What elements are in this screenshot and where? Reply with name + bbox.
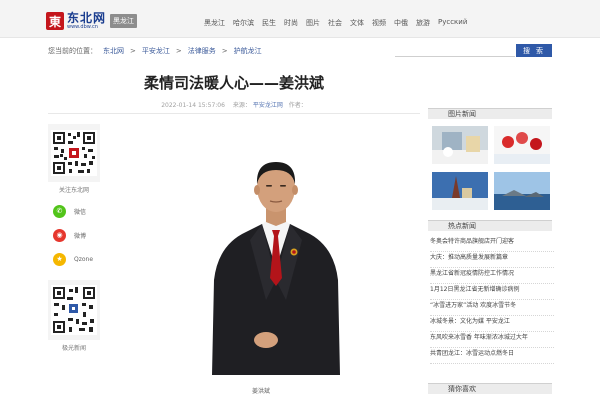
sidebar-heading-pictures: 图片新闻 xyxy=(428,108,552,119)
picture-news-grid xyxy=(432,126,552,210)
nav-item[interactable]: 旅游 xyxy=(416,18,430,28)
share-weibo[interactable]: ◉ 微博 xyxy=(48,228,100,242)
qr-code-icon xyxy=(51,130,97,176)
hot-news-item[interactable]: 1月12日黑龙江省无新增确诊病例 xyxy=(430,284,554,300)
hot-news-item[interactable]: 冬奥会特许商品旗舰店开门迎客 xyxy=(430,236,554,252)
thumb-image xyxy=(494,172,550,210)
nav-item[interactable]: 哈尔滨 xyxy=(233,18,254,28)
logo-url: www.dbw.cn xyxy=(67,24,98,30)
article-photo xyxy=(206,150,346,375)
article-meta: 2022-01-14 15:57:06 来源： 平安龙江网 作者： xyxy=(48,100,420,109)
hot-news-item[interactable]: 大庆：推动高质量发展新篇章 xyxy=(430,252,554,268)
site-logo[interactable]: 東 东北网 www.dbw.cn 黑龙江 xyxy=(46,11,138,31)
thumb-image xyxy=(432,126,488,164)
author-label: 作者： xyxy=(288,102,307,109)
follow-qr-box xyxy=(48,124,100,182)
share-column: 关注东北网 ✆ 微信 ◉ 微博 ★ Qzone 极光新闻 xyxy=(48,124,100,352)
app-label: 极光新闻 xyxy=(61,345,86,352)
weibo-icon: ◉ xyxy=(53,228,66,242)
search-input[interactable] xyxy=(395,56,515,57)
article-title: 柔情司法暖人心——姜洪斌 xyxy=(143,74,324,92)
source-label: 来源： 平安龙江网 xyxy=(232,102,283,109)
nav-item[interactable]: 文体 xyxy=(350,18,364,28)
picture-news-thumb[interactable] xyxy=(432,126,488,164)
portrait-image xyxy=(206,150,346,375)
hot-news-item[interactable]: 共青团龙江：冰雪运动点燃冬日 xyxy=(430,348,554,364)
breadcrumb-separator: > xyxy=(130,47,136,55)
thumb-image xyxy=(494,126,550,164)
nav-item[interactable]: 黑龙江 xyxy=(204,18,225,28)
nav-item[interactable]: 中俄 xyxy=(394,18,408,28)
hot-news-item[interactable]: 黑龙江省新冠疫情防控工作情况 xyxy=(430,268,554,284)
nav-item[interactable]: 时尚 xyxy=(284,18,298,28)
nav-item[interactable]: 社会 xyxy=(328,18,342,28)
nav-item[interactable]: 图片 xyxy=(306,18,320,28)
search-button[interactable]: 搜 索 xyxy=(516,44,552,57)
top-bar: 東 东北网 www.dbw.cn 黑龙江 黑龙江 哈尔滨 民生 时尚 图片 社会… xyxy=(0,0,600,38)
breadcrumb-link[interactable]: 东北网 xyxy=(103,46,124,56)
sidebar-heading-more: 猜你喜欢 xyxy=(428,383,552,394)
follow-label: 关注东北网 xyxy=(58,187,89,194)
hot-news-list: 冬奥会特许商品旗舰店开门迎客 大庆：推动高质量发展新篇章 黑龙江省新冠疫情防控工… xyxy=(430,236,554,364)
breadcrumb-prefix: 您当前的位置： xyxy=(48,47,97,55)
hot-news-item[interactable]: 东风吹来冰雪香 年味渐浓冰城过大年 xyxy=(430,332,554,348)
breadcrumb-link[interactable]: 平安龙江 xyxy=(142,46,170,56)
app-qr-box xyxy=(48,280,100,340)
nav-item[interactable]: 民生 xyxy=(262,18,276,28)
sidebar-heading-hot: 热点新闻 xyxy=(428,220,552,231)
hot-news-item[interactable]: 冰城冬景：文化为媒 平安龙江 xyxy=(430,316,554,332)
logo-mark-icon: 東 xyxy=(46,12,64,30)
breadcrumb-link[interactable]: 法律服务 xyxy=(188,46,216,56)
logo-name: 东北网 xyxy=(67,11,107,25)
breadcrumb-separator: > xyxy=(221,47,228,55)
photo-caption: 姜洪斌 xyxy=(251,388,270,395)
thumb-image xyxy=(432,172,488,210)
picture-news-thumb[interactable] xyxy=(494,172,550,210)
top-nav: 黑龙江 哈尔滨 民生 时尚 图片 社会 文体 视频 中俄 旅游 Русский xyxy=(204,18,475,28)
breadcrumb-separator: > xyxy=(175,47,182,55)
wechat-icon: ✆ xyxy=(53,204,66,218)
nav-item[interactable]: 视频 xyxy=(372,18,386,28)
share-label: Qzone xyxy=(74,255,94,263)
breadcrumb-link[interactable]: 护航龙江 xyxy=(234,46,262,56)
article-source[interactable]: 平安龙江网 xyxy=(253,102,283,109)
hot-news-item[interactable]: “冰雪进万家”活动 欢度冰雪节冬 xyxy=(430,300,554,316)
article-datetime: 2022-01-14 15:57:06 xyxy=(161,102,225,109)
share-label: 微信 xyxy=(74,208,87,216)
region-badge[interactable]: 黑龙江 xyxy=(110,14,138,28)
qzone-icon: ★ xyxy=(53,252,66,266)
share-label: 微博 xyxy=(74,232,87,240)
picture-news-thumb[interactable] xyxy=(432,172,488,210)
qr-code-icon xyxy=(51,285,97,335)
share-qzone[interactable]: ★ Qzone xyxy=(48,252,100,266)
breadcrumb: 您当前的位置： 东北网 > 平安龙江 > 法律服务 > 护航龙江 xyxy=(48,46,268,56)
divider xyxy=(48,113,420,114)
share-wechat[interactable]: ✆ 微信 xyxy=(48,204,100,218)
picture-news-thumb[interactable] xyxy=(494,126,550,164)
nav-item[interactable]: Русский xyxy=(438,18,467,28)
